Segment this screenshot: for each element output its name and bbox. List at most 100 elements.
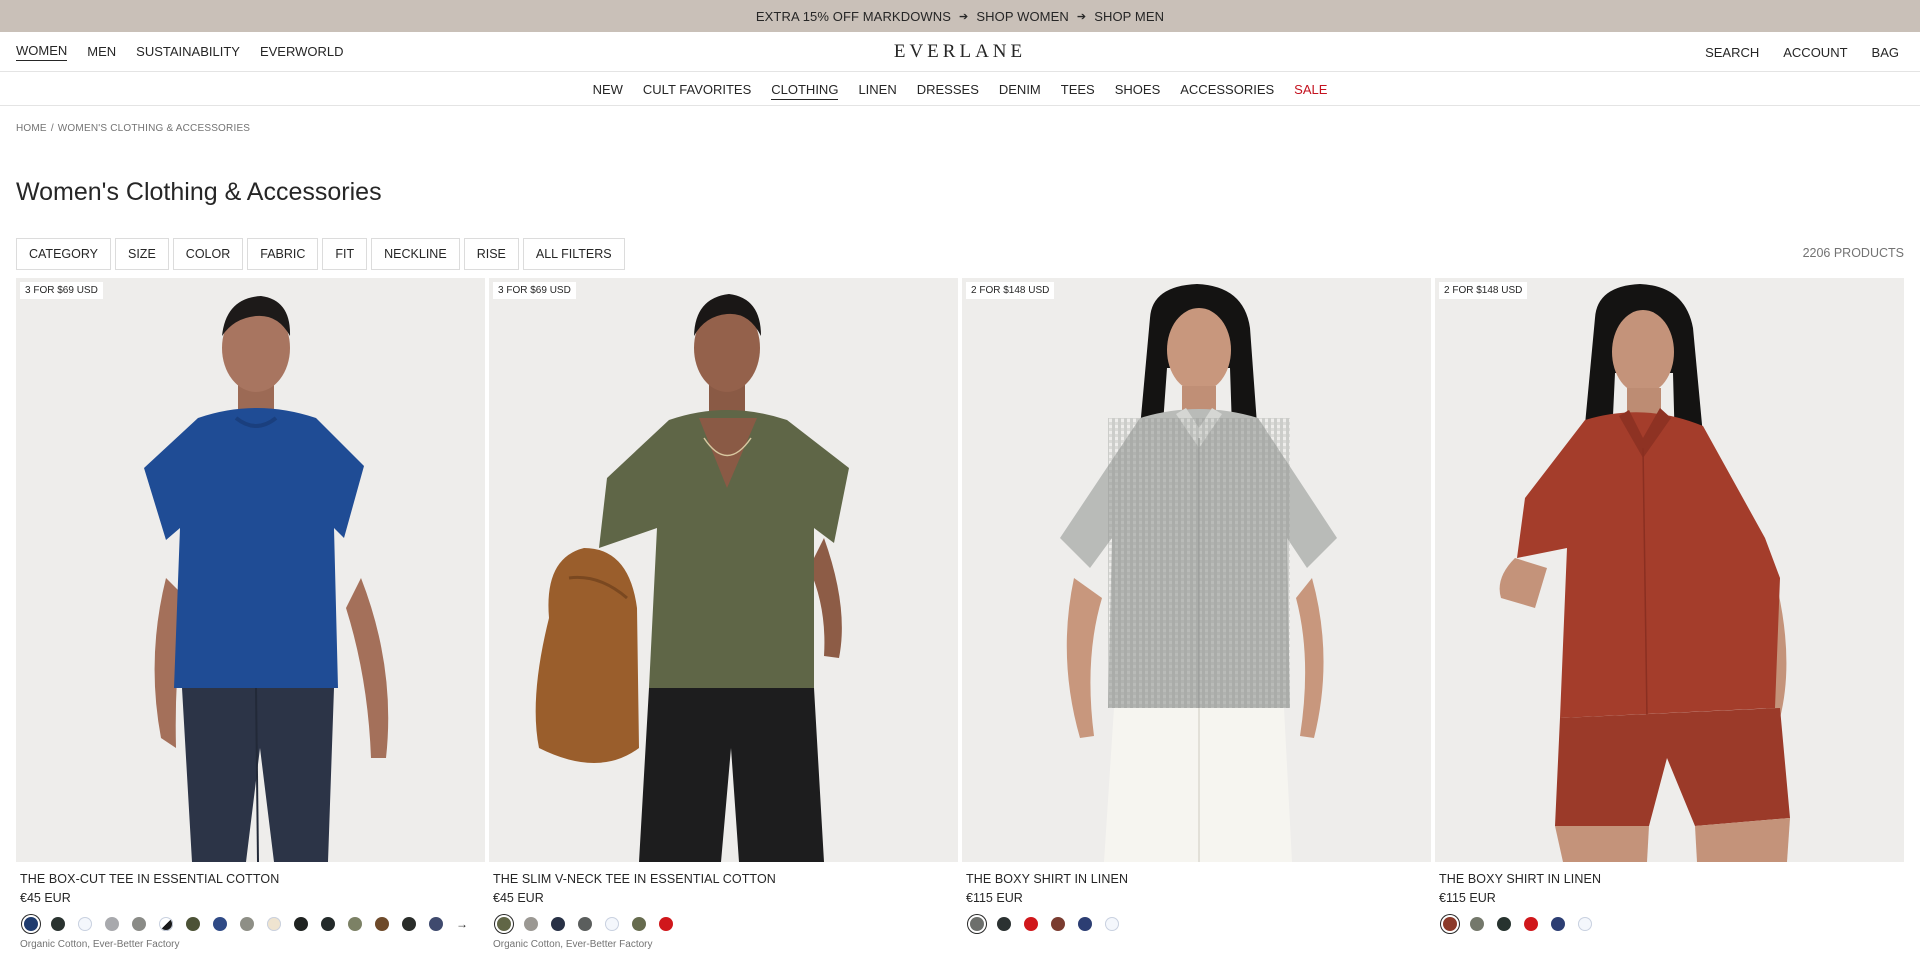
filter-category-button[interactable]: CATEGORY — [16, 238, 111, 270]
product-name[interactable]: THE BOXY SHIRT IN LINEN — [1435, 872, 1904, 886]
color-swatch[interactable] — [213, 917, 227, 931]
color-swatch[interactable] — [497, 917, 511, 931]
cat-tees[interactable]: TEES — [1051, 82, 1105, 97]
color-swatch[interactable] — [159, 917, 173, 931]
promo-markdowns-link[interactable]: EXTRA 15% OFF MARKDOWNS — [756, 9, 951, 24]
promo-bar: EXTRA 15% OFF MARKDOWNS ➔ SHOP WOMEN ➔ S… — [0, 0, 1920, 32]
product-card[interactable]: 2 FOR $148 USD THE BOXY SHIRT IN LINEN €… — [1435, 278, 1904, 950]
filter-rise-button[interactable]: RISE — [463, 238, 519, 270]
search-link[interactable]: SEARCH — [1705, 45, 1759, 60]
product-image[interactable]: 2 FOR $148 USD — [1435, 278, 1904, 862]
color-swatch[interactable] — [402, 917, 416, 931]
product-image[interactable]: 3 FOR $69 USD — [489, 278, 958, 862]
color-swatch[interactable] — [1051, 917, 1065, 931]
cat-accessories[interactable]: ACCESSORIES — [1170, 82, 1284, 97]
cat-label: CULT FAVORITES — [642, 81, 752, 97]
model-photo-illustration — [962, 278, 1431, 862]
more-colors-arrow-icon[interactable]: → — [456, 917, 468, 931]
breadcrumb-current[interactable]: WOMEN'S CLOTHING & ACCESSORIES — [58, 123, 250, 134]
product-price: €45 EUR — [20, 891, 71, 905]
product-name[interactable]: THE BOX-CUT TEE IN ESSENTIAL COTTON — [16, 872, 485, 886]
color-swatch[interactable] — [240, 917, 254, 931]
everlane-logo[interactable]: EVERLANE — [894, 41, 1026, 63]
promo-badge: 2 FOR $148 USD — [966, 282, 1055, 299]
breadcrumb-separator: / — [50, 123, 54, 134]
cat-linen[interactable]: LINEN — [848, 82, 906, 97]
filter-color-button[interactable]: COLOR — [172, 238, 244, 270]
product-name[interactable]: THE BOXY SHIRT IN LINEN — [962, 872, 1431, 886]
nav-everworld[interactable]: EVERWORLD — [260, 44, 344, 61]
color-swatch[interactable] — [578, 917, 592, 931]
cat-label: TEES — [1060, 81, 1095, 97]
color-swatch[interactable] — [1024, 917, 1038, 931]
cat-sale[interactable]: SALE — [1284, 82, 1337, 97]
filter-fit-button[interactable]: FIT — [322, 238, 368, 270]
color-swatch[interactable] — [605, 917, 619, 931]
color-swatch[interactable] — [24, 917, 38, 931]
cat-label: LINEN — [858, 81, 897, 97]
model-photo-illustration — [489, 278, 958, 862]
product-name[interactable]: THE SLIM V-NECK TEE IN ESSENTIAL COTTON — [489, 872, 958, 886]
color-swatch[interactable] — [267, 917, 281, 931]
color-swatch[interactable] — [1105, 917, 1119, 931]
product-card[interactable]: 3 FOR $69 USD THE BOX-CUT TEE IN ESSENTI… — [16, 278, 485, 950]
filter-fabric-button[interactable]: FABRIC — [247, 238, 319, 270]
product-subtitle: Organic Cotton, Ever-Better Factory — [20, 939, 180, 950]
filter-neckline-button[interactable]: NECKLINE — [371, 238, 460, 270]
color-swatch[interactable] — [1551, 917, 1565, 931]
color-swatch[interactable] — [524, 917, 538, 931]
nav-sustainability[interactable]: SUSTAINABILITY — [136, 44, 240, 61]
cat-shoes[interactable]: SHOES — [1105, 82, 1171, 97]
color-swatch[interactable] — [105, 917, 119, 931]
cat-label: DENIM — [998, 81, 1041, 97]
arrow-right-icon: ➔ — [1076, 10, 1087, 23]
utility-nav: SEARCH ACCOUNT BAG — [1705, 32, 1899, 72]
color-swatch[interactable] — [1497, 917, 1511, 931]
color-swatch[interactable] — [1078, 917, 1092, 931]
color-swatches — [962, 916, 1431, 932]
cat-denim[interactable]: DENIM — [989, 82, 1051, 97]
color-swatch[interactable] — [51, 917, 65, 931]
color-swatch[interactable] — [1443, 917, 1457, 931]
cat-clothing[interactable]: CLOTHING — [761, 81, 848, 100]
color-swatch[interactable] — [294, 917, 308, 931]
account-link[interactable]: ACCOUNT — [1783, 45, 1847, 60]
color-swatch[interactable] — [997, 917, 1011, 931]
color-swatch[interactable] — [1470, 917, 1484, 931]
color-swatch[interactable] — [659, 917, 673, 931]
color-swatch[interactable] — [375, 917, 389, 931]
promo-shop-men-link[interactable]: SHOP MEN — [1094, 9, 1164, 24]
all-filters-button[interactable]: ALL FILTERS — [522, 238, 625, 270]
color-swatch[interactable] — [132, 917, 146, 931]
promo-badge: 3 FOR $69 USD — [493, 282, 576, 299]
breadcrumb-home[interactable]: HOME — [16, 123, 47, 134]
color-swatch[interactable] — [970, 917, 984, 931]
color-swatch[interactable] — [1524, 917, 1538, 931]
nav-men[interactable]: MEN — [87, 44, 116, 61]
bag-link[interactable]: BAG — [1872, 45, 1899, 60]
product-grid: 3 FOR $69 USD THE BOX-CUT TEE IN ESSENTI… — [16, 278, 1904, 950]
color-swatch[interactable] — [1578, 917, 1592, 931]
filter-size-button[interactable]: SIZE — [115, 238, 169, 270]
color-swatch[interactable] — [321, 917, 335, 931]
color-swatches: → — [16, 916, 485, 932]
color-swatch[interactable] — [632, 917, 646, 931]
color-swatch[interactable] — [78, 917, 92, 931]
promo-shop-women-link[interactable]: SHOP WOMEN — [976, 9, 1069, 24]
color-swatches — [489, 916, 958, 932]
product-image[interactable]: 2 FOR $148 USD — [962, 278, 1431, 862]
product-card[interactable]: 2 FOR $148 USD THE BOXY SHIRT IN LINEN €… — [962, 278, 1431, 950]
color-swatch[interactable] — [551, 917, 565, 931]
site-header: WOMEN MEN SUSTAINABILITY EVERWORLD EVERL… — [0, 32, 1920, 72]
product-card[interactable]: 3 FOR $69 USD THE SLIM V-NECK TEE IN ESS… — [489, 278, 958, 950]
color-swatch[interactable] — [348, 917, 362, 931]
cat-dresses[interactable]: DRESSES — [907, 82, 989, 97]
cat-cult-favorites[interactable]: CULT FAVORITES — [633, 82, 761, 97]
color-swatch[interactable] — [186, 917, 200, 931]
color-swatch[interactable] — [429, 917, 443, 931]
product-image[interactable]: 3 FOR $69 USD — [16, 278, 485, 862]
cat-new[interactable]: NEW — [583, 82, 633, 97]
nav-women[interactable]: WOMEN — [16, 43, 68, 61]
product-price: €45 EUR — [493, 891, 544, 905]
filter-bar: CATEGORY SIZE COLOR FABRIC FIT NECKLINE … — [16, 238, 625, 270]
